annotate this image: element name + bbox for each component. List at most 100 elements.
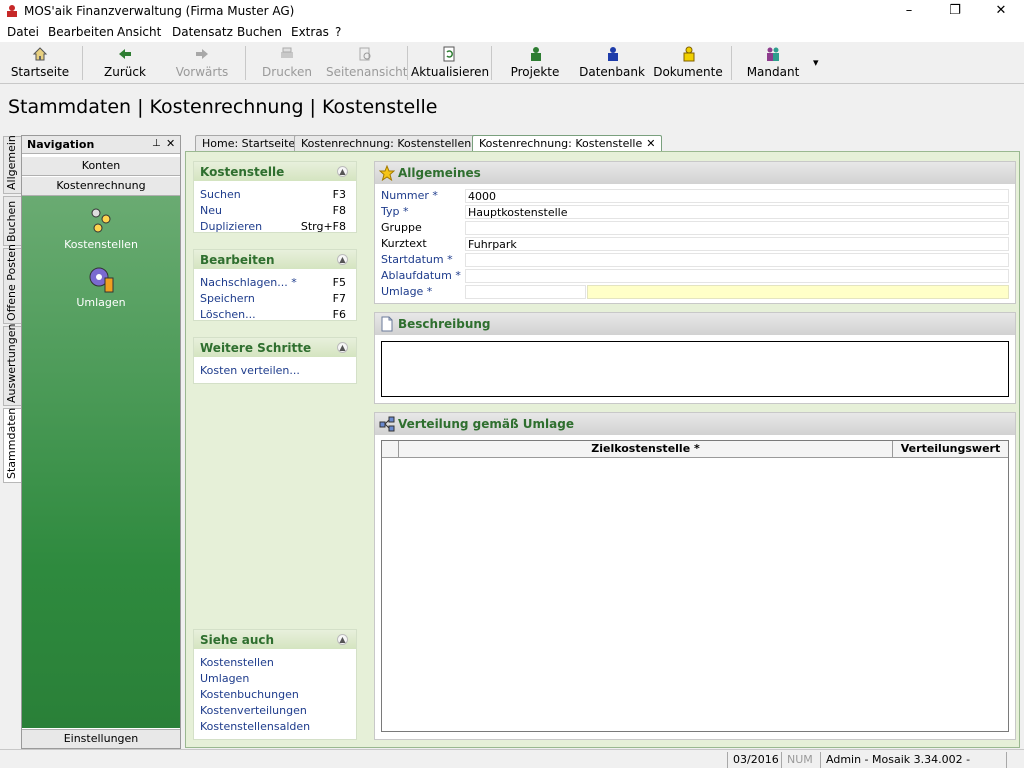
startseite-button[interactable]: Startseite [5, 44, 75, 82]
panel-beschreibung-header: Beschreibung [375, 313, 1015, 335]
printer-icon [281, 47, 293, 58]
drucken-button[interactable]: Drucken [252, 44, 322, 82]
menu-buchen[interactable]: Buchen [237, 25, 282, 39]
menu-extras[interactable]: Extras [291, 25, 329, 39]
content-area: Kostenstelle ▲ Suchen F3 Neu F8 Duplizieren… [185, 151, 1020, 748]
close-panel-icon[interactable]: ✕ [166, 137, 175, 150]
startdatum-field[interactable] [465, 253, 1009, 267]
menu-help[interactable]: ? [335, 25, 341, 39]
projekte-button[interactable]: Projekte [500, 44, 570, 82]
vtab-stammdaten[interactable]: Stammdaten [3, 408, 21, 483]
umlage-field[interactable] [465, 285, 586, 299]
link-kostenstellen[interactable]: Kostenstellen [194, 655, 356, 671]
menu-datensatz[interactable]: Datensatz [172, 25, 233, 39]
task-panel-header: Bearbeiten ▲ [194, 250, 356, 269]
nav-einstellungen-button[interactable]: Einstellungen [22, 729, 180, 748]
collapse-icon[interactable]: ▲ [337, 254, 348, 265]
nav-kostenrechnung-button[interactable]: Kostenrechnung [22, 177, 180, 196]
grid-header: Zielkostenstelle * Verteilungswert [382, 441, 1008, 458]
label-kurztext: Kurztext [381, 237, 427, 250]
beschreibung-textarea[interactable] [381, 341, 1009, 397]
nav-konten-button[interactable]: Konten [22, 157, 180, 176]
field-row-typ: Typ * Hauptkostenstelle [381, 205, 1009, 219]
link-kostenstellensalden[interactable]: Kostenstellensalden [194, 719, 356, 735]
menu-datei[interactable]: Datei [7, 25, 39, 39]
panel-allgemeines: Allgemeines Nummer * 4000 Typ * Hauptkos… [374, 161, 1016, 304]
vorwaerts-button[interactable]: Vorwärts [167, 44, 237, 82]
collapse-icon[interactable]: ▲ [337, 634, 348, 645]
page-title: Stammdaten | Kostenrechnung | Kostenstel… [8, 96, 438, 118]
nav-item-umlagen[interactable]: Umlagen [22, 264, 180, 309]
close-window-button[interactable]: ✕ [978, 0, 1024, 22]
task-panel-header: Kostenstelle ▲ [194, 162, 356, 181]
zurueck-button[interactable]: Zurück [90, 44, 160, 82]
tab-home-startseite[interactable]: Home: Startseite [195, 135, 303, 152]
collapse-icon[interactable]: ▲ [337, 342, 348, 353]
task-neu[interactable]: Neu F8 [194, 203, 356, 219]
vertical-tab-strip: Allgemein Buchen Offene Posten Auswertun… [3, 135, 21, 741]
kurztext-field[interactable]: Fuhrpark [465, 237, 1009, 251]
dokumente-button[interactable]: Dokumente [653, 44, 723, 82]
datenbank-button[interactable]: Datenbank [577, 44, 647, 82]
nummer-field[interactable]: 4000 [465, 189, 1009, 203]
tab-kostenstelle[interactable]: Kostenrechnung: Kostenstelle ✕ [472, 135, 663, 152]
umlagen-icon [89, 267, 114, 293]
toolbar-overflow-chevron[interactable]: ▾ [813, 56, 819, 69]
back-arrow-icon [119, 49, 131, 59]
window-title: MOS'aik Finanzverwaltung (Firma Muster A… [24, 4, 295, 18]
mandant-icon [767, 47, 779, 61]
vtab-offene-posten[interactable]: Offene Posten [3, 244, 21, 324]
vtab-allgemein[interactable]: Allgemein [3, 135, 21, 194]
task-kosten-verteilen[interactable]: Kosten verteilen... [194, 363, 356, 379]
star-icon [379, 165, 395, 181]
document-icon [381, 316, 393, 332]
nav-item-kostenstellen[interactable]: Kostenstellen [22, 206, 180, 251]
menu-bearbeiten[interactable]: Bearbeiten [48, 25, 114, 39]
navigation-panel: Navigation ⊥ ✕ Konten Kostenrechnung Kos… [21, 135, 181, 749]
link-kostenverteilungen[interactable]: Kostenverteilungen [194, 703, 356, 719]
aktualisieren-button[interactable]: Aktualisieren [411, 44, 489, 82]
vtab-buchen[interactable]: Buchen [3, 196, 21, 246]
toolbar-separator [82, 46, 83, 80]
dokumente-icon [683, 46, 695, 62]
umlage-description-field [587, 285, 1009, 299]
close-tab-icon[interactable]: ✕ [646, 137, 655, 150]
task-speichern[interactable]: Speichern F7 [194, 291, 356, 307]
status-info: Admin - Mosaik 3.34.002 - Test.mdb [820, 752, 1006, 768]
ablaufdatum-field[interactable] [465, 269, 1009, 283]
distribution-icon [379, 416, 395, 432]
col-verteilungswert[interactable]: Verteilungswert [893, 442, 1008, 455]
field-row-gruppe: Gruppe [381, 221, 1009, 235]
vtab-auswertungen[interactable]: Auswertungen [3, 324, 21, 406]
tab-kostenstellen[interactable]: Kostenrechnung: Kostenstellen✕ [294, 135, 492, 152]
typ-field[interactable]: Hauptkostenstelle [465, 205, 1009, 219]
task-panel-weitere-schritte: Weitere Schritte ▲ Kosten verteilen... [193, 337, 357, 384]
field-row-ablaufdatum: Ablaufdatum * [381, 269, 1009, 283]
mandant-button[interactable]: Mandant [738, 44, 808, 82]
resize-grip[interactable] [1006, 752, 1024, 768]
task-nachschlagen[interactable]: Nachschlagen... * F5 [194, 275, 356, 291]
label-gruppe: Gruppe [381, 221, 422, 234]
link-umlagen[interactable]: Umlagen [194, 671, 356, 687]
seitenansicht-button[interactable]: Seitenansicht [326, 44, 407, 82]
label-nummer: Nummer * [381, 189, 438, 202]
link-kostenbuchungen[interactable]: Kostenbuchungen [194, 687, 356, 703]
col-zielkostenstelle[interactable]: Zielkostenstelle * [399, 442, 892, 455]
verteilung-grid: Zielkostenstelle * Verteilungswert [381, 440, 1009, 732]
task-panel-bearbeiten: Bearbeiten ▲ Nachschlagen... * F5 Speicher… [193, 249, 357, 321]
pin-icon[interactable]: ⊥ [152, 138, 161, 149]
minimize-button[interactable]: – [886, 0, 932, 22]
task-panel-kostenstelle: Kostenstelle ▲ Suchen F3 Neu F8 Duplizieren… [193, 161, 357, 233]
maximize-button[interactable]: ❐ [932, 0, 978, 22]
navigation-header: Navigation ⊥ ✕ [22, 136, 180, 154]
menu-ansicht[interactable]: Ansicht [117, 25, 161, 39]
field-row-nummer: Nummer * 4000 [381, 189, 1009, 203]
task-suchen[interactable]: Suchen F3 [194, 187, 356, 203]
gruppe-field[interactable] [465, 221, 1009, 235]
collapse-icon[interactable]: ▲ [337, 166, 348, 177]
status-bar: 03/2016 NUM Admin - Mosaik 3.34.002 - Te… [0, 749, 1024, 768]
field-row-umlage: Umlage * [381, 285, 1009, 299]
status-period: 03/2016 [727, 752, 779, 768]
task-duplizieren[interactable]: Duplizieren Strg+F8 [194, 219, 356, 235]
task-loeschen[interactable]: Löschen... F6 [194, 307, 356, 323]
